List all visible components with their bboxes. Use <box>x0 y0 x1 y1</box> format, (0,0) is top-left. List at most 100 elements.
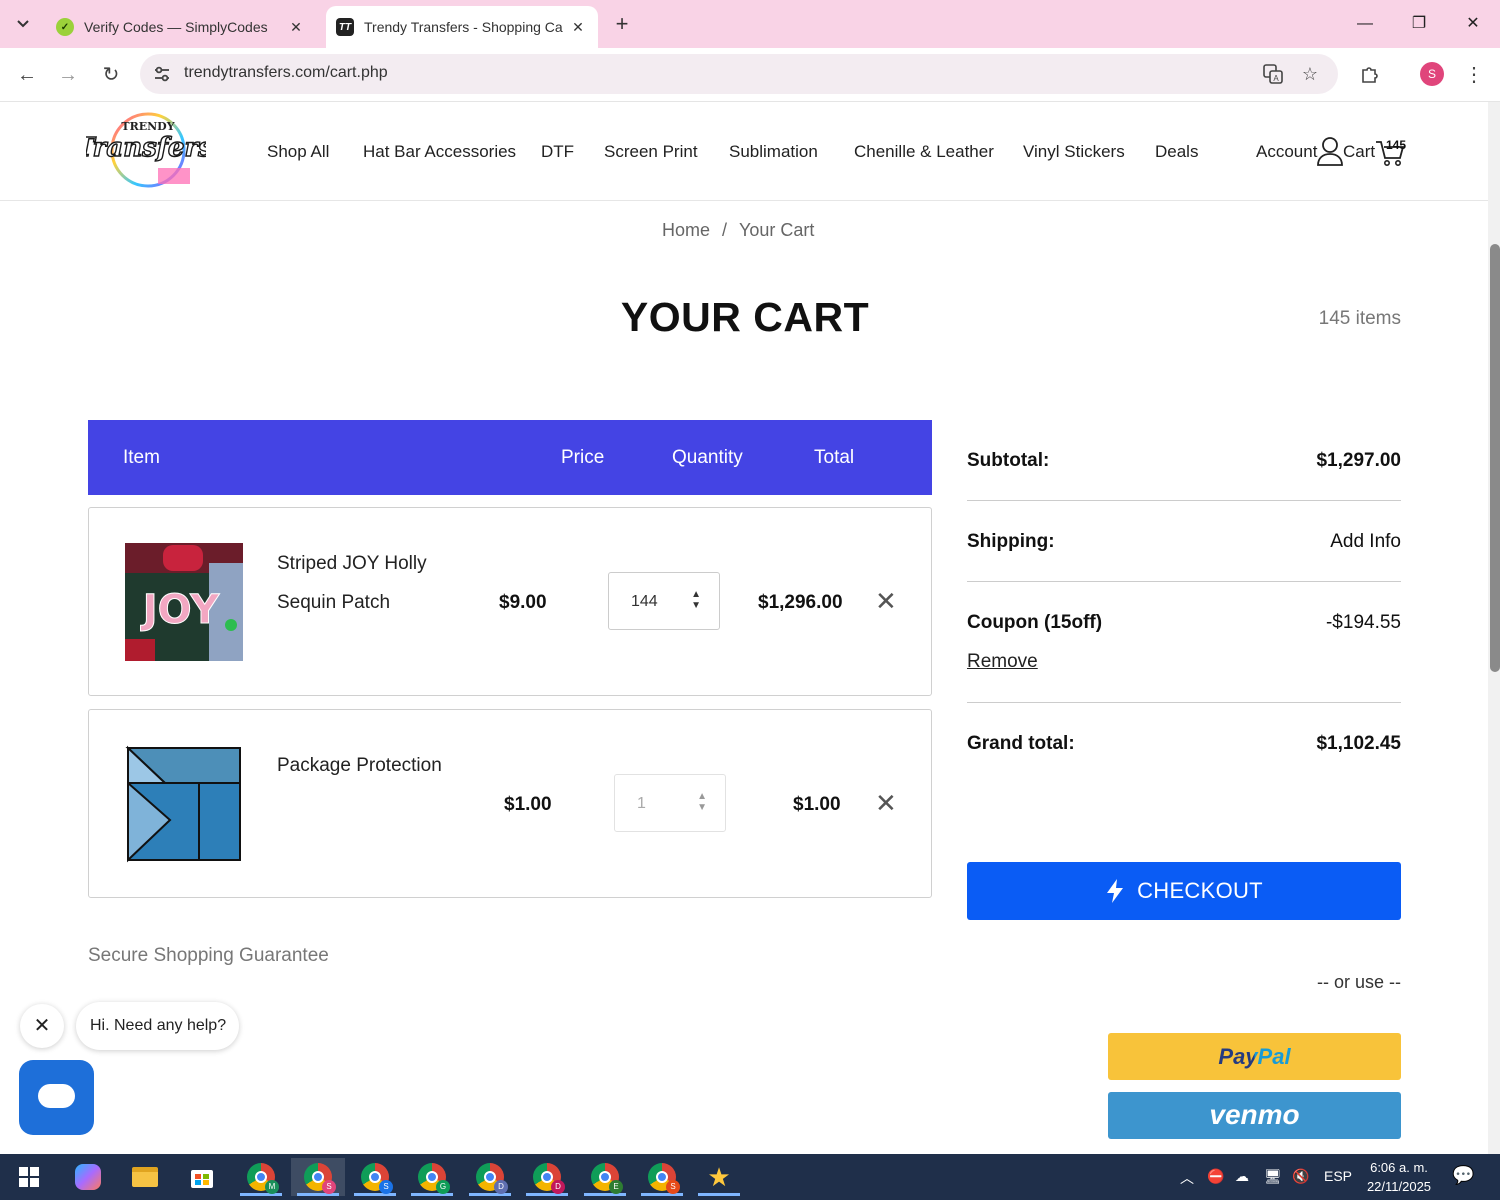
tray-volume-muted-icon[interactable]: 🔇 <box>1292 1168 1309 1185</box>
favorites-star-icon[interactable]: ★ <box>692 1158 746 1196</box>
chrome-profile-s-icon[interactable]: S <box>291 1158 345 1196</box>
chat-close-icon[interactable]: ✕ <box>20 1004 64 1048</box>
nav-chenille-leather[interactable]: Chenille & Leather <box>854 142 994 162</box>
cart-link[interactable]: Cart <box>1343 142 1375 162</box>
stepper-arrows-icon[interactable]: ▲ ▼ <box>691 589 701 611</box>
breadcrumb-home[interactable]: Home <box>662 220 710 241</box>
taskbar-clock[interactable]: 6:06 a. m. 22/11/2025 <box>1358 1158 1440 1196</box>
package-protection-image[interactable] <box>125 745 243 863</box>
tray-network-icon[interactable]: 🖥 <box>1264 1168 1282 1185</box>
new-tab-plus-icon[interactable]: + <box>608 10 636 38</box>
cart-item-row: Package Protection $1.00 1 ▲ ▼ $1.00 ✕ <box>88 709 932 898</box>
tab-close-icon[interactable]: ✕ <box>286 19 306 36</box>
tab-search-button[interactable] <box>8 10 38 38</box>
remove-item-icon[interactable]: ✕ <box>875 788 897 819</box>
tray-onedrive-icon[interactable]: ☁ <box>1235 1168 1249 1185</box>
breadcrumb-current: Your Cart <box>739 220 815 240</box>
chevron-down-icon <box>17 20 29 28</box>
page-scrollbar-thumb[interactable] <box>1490 244 1500 672</box>
chat-greeting-bubble[interactable]: Hi. Need any help? <box>76 1002 239 1050</box>
window-close-icon[interactable]: ✕ <box>1448 8 1498 40</box>
browser-menu-icon[interactable]: ⋮ <box>1461 61 1487 87</box>
windows-start-icon[interactable] <box>2 1158 56 1196</box>
header-total: Total <box>814 447 855 468</box>
coupon-label: Coupon (15off) <box>967 612 1103 633</box>
chat-launcher-button[interactable] <box>19 1060 94 1135</box>
nav-deals[interactable]: Deals <box>1155 142 1198 162</box>
tray-security-icon[interactable]: ⛔ <box>1207 1168 1224 1185</box>
quantity-stepper[interactable]: 1 ▲ ▼ <box>614 774 726 832</box>
item-total: $1.00 <box>793 794 841 815</box>
cart-item-row: JOY Striped JOY Holly Sequin Patch $9.00… <box>88 507 932 696</box>
header-quantity: Quantity <box>672 447 743 468</box>
shipping-add-info-link[interactable]: Add Info <box>1330 531 1401 553</box>
profile-avatar[interactable]: S <box>1420 62 1444 86</box>
header-price: Price <box>561 447 605 468</box>
chrome-profile-g-icon[interactable]: G <box>405 1158 459 1196</box>
chat-bubble-icon <box>38 1084 75 1108</box>
nav-screen-print[interactable]: Screen Print <box>604 142 698 162</box>
stepper-arrows-icon[interactable]: ▲ ▼ <box>697 791 707 813</box>
grand-total-label: Grand total: <box>967 733 1075 754</box>
extensions-puzzle-icon[interactable] <box>1357 61 1383 87</box>
coupon-remove-link[interactable]: Remove <box>967 651 1038 673</box>
forward-arrow-icon[interactable]: → <box>53 60 83 90</box>
secure-shopping-guarantee[interactable]: Secure Shopping Guarantee <box>88 945 329 967</box>
summary-divider <box>967 581 1401 582</box>
quantity-value[interactable]: 144 <box>631 593 658 611</box>
nav-vinyl-stickers[interactable]: Vinyl Stickers <box>1023 142 1125 162</box>
product-name-line1[interactable]: Striped JOY Holly <box>277 544 427 583</box>
product-image[interactable]: JOY <box>125 543 243 661</box>
copilot-icon[interactable] <box>61 1158 115 1196</box>
tab-trendy-transfers[interactable]: TT Trendy Transfers - Shopping Ca ✕ <box>326 6 598 48</box>
quantity-value[interactable]: 1 <box>637 795 646 813</box>
checkout-button[interactable]: CHECKOUT <box>967 862 1401 920</box>
nav-hat-bar-accessories[interactable]: Hat Bar Accessories <box>363 142 516 162</box>
site-header: TRENDY Transfers Shop All Hat Bar Access… <box>0 102 1488 201</box>
translate-icon[interactable]: A <box>1260 61 1286 87</box>
quantity-stepper[interactable]: 144 ▲ ▼ <box>608 572 720 630</box>
account-link[interactable]: Account <box>1256 142 1317 162</box>
address-bar[interactable]: trendytransfers.com/cart.php A ☆ <box>140 54 1338 94</box>
venmo-label: venmo <box>1209 1099 1300 1130</box>
chrome-profile-s3-icon[interactable]: S <box>635 1158 689 1196</box>
account-user-icon[interactable] <box>1316 136 1344 166</box>
chrome-profile-d2-icon[interactable]: D <box>520 1158 574 1196</box>
paypal-label: PayPal <box>1218 1044 1291 1069</box>
notification-center-icon[interactable]: 💬 <box>1452 1165 1474 1186</box>
file-explorer-icon[interactable] <box>118 1158 172 1196</box>
browser-toolbar: ← → ↻ trendytransfers.com/cart.php A ☆ S… <box>0 48 1500 102</box>
svg-text:Transfers: Transfers <box>86 133 206 163</box>
chrome-profile-d-icon[interactable]: D <box>463 1158 517 1196</box>
tab-close-icon[interactable]: ✕ <box>568 19 588 36</box>
chrome-profile-m-icon[interactable]: M <box>234 1158 288 1196</box>
minimize-icon[interactable]: — <box>1340 8 1390 40</box>
restore-icon[interactable]: ❐ <box>1394 8 1444 40</box>
simplycodes-favicon-icon: ✓ <box>56 18 74 36</box>
microsoft-store-icon[interactable] <box>175 1158 229 1196</box>
site-settings-icon[interactable] <box>152 64 172 84</box>
page-title: YOUR CART <box>620 294 870 340</box>
bookmark-star-icon[interactable]: ☆ <box>1297 61 1323 87</box>
nav-shop-all[interactable]: Shop All <box>267 142 329 162</box>
tray-chevron-up-icon[interactable]: ︿ <box>1180 1168 1194 1188</box>
chrome-profile-s2-icon[interactable]: S <box>348 1158 402 1196</box>
tab-simplycodes[interactable]: ✓ Verify Codes — SimplyCodes ✕ <box>46 6 316 48</box>
product-name-line2[interactable]: Sequin Patch <box>277 583 390 622</box>
nav-dtf[interactable]: DTF <box>541 142 574 162</box>
remove-item-icon[interactable]: ✕ <box>875 586 897 617</box>
clock-time: 6:06 a. m. <box>1370 1160 1428 1175</box>
trendy-transfers-logo[interactable]: TRENDY Transfers <box>86 110 206 192</box>
back-arrow-icon[interactable]: ← <box>12 60 42 90</box>
venmo-button[interactable]: venmo <box>1108 1092 1401 1139</box>
url-text: trendytransfers.com/cart.php <box>184 64 388 81</box>
paypal-button[interactable]: PayPal <box>1108 1033 1401 1080</box>
product-name-line1[interactable]: Package Protection <box>277 746 442 785</box>
nav-sublimation[interactable]: Sublimation <box>729 142 818 162</box>
reload-icon[interactable]: ↻ <box>96 60 126 90</box>
svg-text:TRENDY: TRENDY <box>121 120 174 133</box>
checkout-label: CHECKOUT <box>1137 878 1263 903</box>
tray-language[interactable]: ESP <box>1324 1168 1352 1184</box>
chrome-profile-e-icon[interactable]: E <box>578 1158 632 1196</box>
svg-text:JOY: JOY <box>140 587 220 633</box>
